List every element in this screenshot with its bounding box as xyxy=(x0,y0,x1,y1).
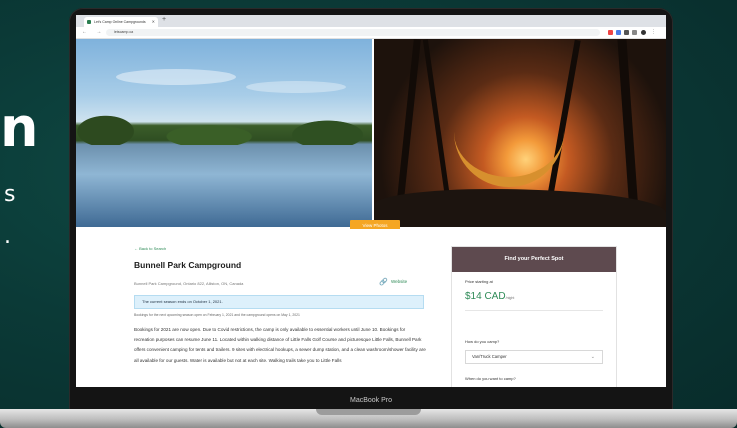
camp-type-label: How do you camp? xyxy=(465,339,500,344)
address-bar-row: ← → ⟳ letscamp.ca ⋮ xyxy=(76,27,666,39)
extension-icon[interactable] xyxy=(616,30,621,35)
background-text-fragment: . xyxy=(4,224,11,249)
campground-address: Bunnell Park Campground, Ontario 822, Al… xyxy=(134,281,244,286)
menu-icon[interactable]: ⋮ xyxy=(651,30,656,35)
season-notice: The current season ends on October 1, 20… xyxy=(134,295,424,309)
laptop-notch xyxy=(316,409,421,415)
tab-title: Let's Camp Online Campgrounds xyxy=(94,20,146,24)
close-tab-icon[interactable]: ✕ xyxy=(152,17,155,27)
dates-label: When do you want to camp? xyxy=(465,376,516,381)
booking-widget: Find your Perfect Spot Price starting at… xyxy=(451,246,617,387)
background-heading-fragment: n xyxy=(0,96,39,159)
treeline-shape xyxy=(76,111,372,145)
camp-type-select[interactable]: Van/Truck Camper ⌄ xyxy=(465,350,603,364)
price-label: Price starting at xyxy=(465,279,493,284)
extension-icon[interactable] xyxy=(624,30,629,35)
chevron-down-icon: ⌄ xyxy=(590,354,595,360)
browser-tab[interactable]: Let's Camp Online Campgrounds ✕ xyxy=(84,17,158,27)
profile-avatar-icon[interactable] xyxy=(641,30,646,35)
camp-type-value: Van/Truck Camper xyxy=(472,354,507,359)
url-field[interactable]: letscamp.ca xyxy=(106,29,600,36)
favicon-icon xyxy=(87,20,91,24)
lake-photo[interactable] xyxy=(76,39,372,227)
extension-icon[interactable] xyxy=(608,30,613,35)
laptop-screen: Let's Camp Online Campgrounds ✕ + ← → ⟳ … xyxy=(76,15,666,387)
rocks-shape xyxy=(374,189,666,227)
booking-widget-header: Find your Perfect Spot xyxy=(452,247,616,272)
tree-trunk xyxy=(422,39,451,199)
device-label: MacBook Pro xyxy=(349,397,393,404)
per-night-label: /night xyxy=(505,296,515,300)
puzzle-icon[interactable] xyxy=(632,30,637,35)
price-value: $14 CAD/night xyxy=(465,291,514,302)
price-amount: $14 CAD xyxy=(465,291,506,302)
cloud-shape xyxy=(246,81,346,93)
tree-trunk xyxy=(545,39,581,209)
background-text-fragment: s xyxy=(4,182,16,207)
cloud-shape xyxy=(116,69,236,85)
divider xyxy=(465,310,603,311)
new-tab-icon[interactable]: + xyxy=(162,16,166,23)
hammock-shape xyxy=(454,131,564,187)
hammock-sunset-photo[interactable] xyxy=(374,39,666,227)
browser-tab-bar: Let's Camp Online Campgrounds ✕ + xyxy=(76,15,666,27)
website-link[interactable]: Website xyxy=(391,279,407,284)
hero-gallery xyxy=(76,39,666,227)
season-note: Bookings for the next upcoming season op… xyxy=(134,313,300,317)
campground-description: Bookings for 2021 are now open. Due to C… xyxy=(134,327,426,363)
listing-content: ← Back to Search Bunnell Park Campground… xyxy=(76,229,666,387)
link-icon[interactable]: 🔗 xyxy=(379,278,388,286)
campground-title: Bunnell Park Campground xyxy=(134,260,242,270)
back-to-search-link[interactable]: ← Back to Search xyxy=(134,246,166,251)
